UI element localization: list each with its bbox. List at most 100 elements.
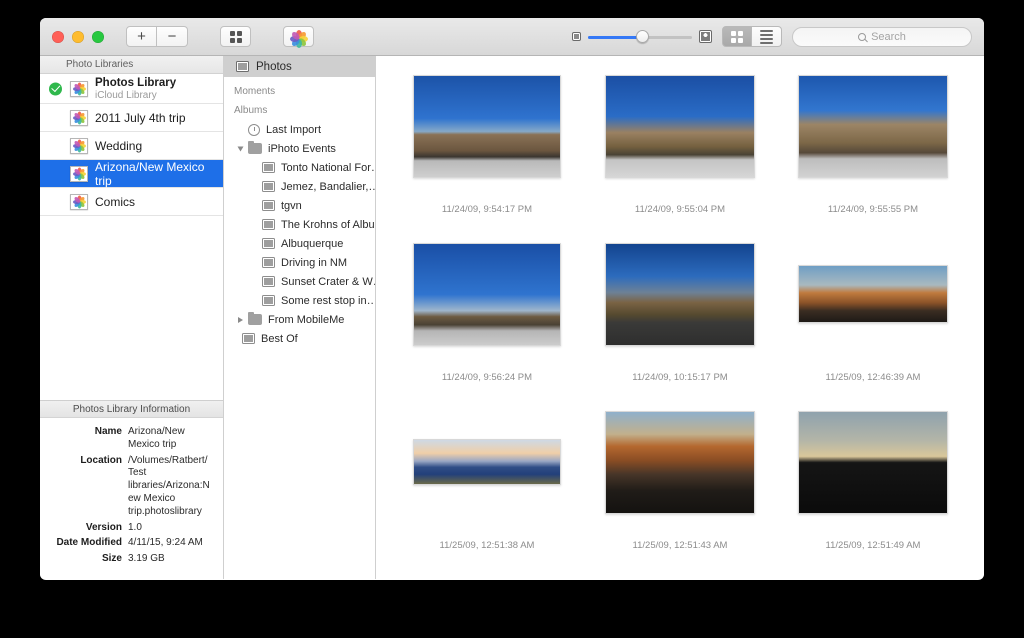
photo-cell[interactable]: 11/25/09, 12:51:49 AM bbox=[778, 406, 968, 551]
add-library-button[interactable]: + bbox=[126, 26, 157, 47]
open-in-photos-button[interactable] bbox=[283, 26, 314, 47]
sidebar-item-photos[interactable]: Photos bbox=[224, 56, 375, 77]
album-row[interactable]: From MobileMe bbox=[224, 310, 375, 329]
library-name: Arizona/New Mexico trip bbox=[95, 160, 223, 188]
library-row[interactable]: Wedding bbox=[40, 132, 223, 160]
grid-view-button[interactable] bbox=[722, 26, 752, 47]
library-row[interactable]: Arizona/New Mexico trip bbox=[40, 160, 223, 188]
album-row[interactable]: Tonto National For… bbox=[224, 158, 375, 177]
photo-thumbnail[interactable] bbox=[413, 75, 561, 178]
album-label: iPhoto Events bbox=[268, 143, 336, 155]
photo-caption: 11/25/09, 12:51:43 AM bbox=[585, 540, 775, 551]
large-thumbnail-icon bbox=[699, 30, 712, 43]
photo-cell[interactable]: 11/25/09, 12:51:43 AM bbox=[585, 406, 775, 551]
photo-libraries-sidebar: Photo Libraries Photos LibraryiCloud Lib… bbox=[40, 56, 224, 579]
album-row[interactable]: iPhoto Events bbox=[224, 139, 375, 158]
close-button[interactable] bbox=[52, 31, 64, 43]
album-row[interactable]: Some rest stop in… bbox=[224, 291, 375, 310]
library-info-label: Size bbox=[44, 553, 128, 566]
photo-cell[interactable]: 11/25/09, 12:46:39 AM bbox=[778, 238, 968, 383]
library-row[interactable]: Photos LibraryiCloud Library bbox=[40, 74, 223, 104]
photos-label: Photos bbox=[256, 61, 292, 73]
album-label: Jemez, Bandalier,… bbox=[281, 181, 375, 193]
album-label: Last Import bbox=[266, 124, 321, 136]
photos-library-icon bbox=[70, 166, 88, 182]
photos-library-icon bbox=[70, 138, 88, 154]
album-row[interactable]: tgvn bbox=[224, 196, 375, 215]
albums-list: Last Import iPhoto Events Tonto National F… bbox=[224, 120, 375, 348]
library-info-value: 4/11/15, 9:24 AM bbox=[128, 537, 203, 550]
disclosure-triangle-open-icon[interactable] bbox=[238, 146, 244, 151]
library-information-panel: Photos Library Information NameArizona/N… bbox=[40, 400, 223, 579]
photo-cell[interactable]: 11/24/09, 10:15:17 PM bbox=[585, 238, 775, 383]
slider-fill bbox=[588, 36, 642, 39]
album-label: From MobileMe bbox=[268, 314, 344, 326]
list-view-button[interactable] bbox=[752, 26, 782, 47]
library-info-row: Date Modified4/11/15, 9:24 AM bbox=[44, 537, 213, 550]
library-info-row: Version1.0 bbox=[44, 522, 213, 535]
desktop-background: + − bbox=[0, 0, 1024, 638]
photo-caption: 11/24/09, 9:56:24 PM bbox=[392, 372, 582, 383]
open-photos-group bbox=[283, 26, 314, 47]
slider-knob[interactable] bbox=[636, 30, 649, 43]
folder-icon bbox=[248, 314, 262, 325]
album-row[interactable]: Best Of bbox=[224, 329, 375, 348]
photo-caption: 11/25/09, 12:51:49 AM bbox=[778, 540, 968, 551]
photo-cell[interactable]: 11/24/09, 9:54:17 PM bbox=[392, 70, 582, 215]
photo-thumbnail[interactable] bbox=[605, 411, 755, 514]
remove-library-button[interactable]: − bbox=[157, 26, 188, 47]
album-icon bbox=[262, 162, 275, 173]
photo-cell[interactable]: 11/25/09, 12:51:38 AM bbox=[392, 406, 582, 551]
album-row[interactable]: Jemez, Bandalier,… bbox=[224, 177, 375, 196]
moments-section-label: Moments bbox=[224, 77, 375, 101]
album-row[interactable]: Albuquerque bbox=[224, 234, 375, 253]
photo-cell[interactable]: 11/24/09, 9:55:04 PM bbox=[585, 70, 775, 215]
album-icon bbox=[262, 219, 275, 230]
photo-libraries-list: Photos LibraryiCloud Library2011 July 4t… bbox=[40, 74, 223, 400]
minimize-button[interactable] bbox=[72, 31, 84, 43]
window-titlebar: + − bbox=[40, 18, 984, 56]
library-info-row: NameArizona/New Mexico trip bbox=[44, 426, 213, 452]
photo-thumbnail-wrapper bbox=[585, 406, 775, 518]
plus-icon: + bbox=[137, 29, 146, 44]
photo-thumbnail[interactable] bbox=[798, 265, 948, 323]
album-icon bbox=[242, 333, 255, 344]
album-icon bbox=[262, 200, 275, 211]
library-row[interactable]: Comics bbox=[40, 188, 223, 216]
grid-view-icon bbox=[731, 31, 743, 43]
photo-thumbnail[interactable] bbox=[605, 243, 755, 346]
window-controls bbox=[52, 31, 104, 43]
photos-app-icon bbox=[291, 29, 306, 44]
album-row[interactable]: Last Import bbox=[224, 120, 375, 139]
photo-thumbnail[interactable] bbox=[798, 75, 948, 178]
photo-caption: 11/25/09, 12:46:39 AM bbox=[778, 372, 968, 383]
album-row[interactable]: Sunset Crater & W… bbox=[224, 272, 375, 291]
photos-library-icon bbox=[70, 194, 88, 210]
album-row[interactable]: Driving in NM bbox=[224, 253, 375, 272]
add-remove-button-group: + − bbox=[126, 26, 188, 47]
thumbnail-size-slider[interactable] bbox=[588, 30, 692, 44]
photo-thumbnail-wrapper bbox=[392, 238, 582, 350]
photo-grid-row: 11/24/09, 9:56:24 PM11/24/09, 10:15:17 P… bbox=[392, 238, 968, 383]
library-row[interactable]: 2011 July 4th trip bbox=[40, 104, 223, 132]
photo-cell[interactable]: 11/24/09, 9:56:24 PM bbox=[392, 238, 582, 383]
disclosure-triangle-icon[interactable] bbox=[238, 317, 243, 323]
photo-cell[interactable]: 11/24/09, 9:55:55 PM bbox=[778, 70, 968, 215]
library-name: Wedding bbox=[95, 139, 142, 153]
show-in-grid-button[interactable] bbox=[220, 26, 251, 47]
search-field[interactable]: Search bbox=[792, 27, 972, 47]
photo-thumbnail[interactable] bbox=[798, 411, 948, 514]
zoom-button[interactable] bbox=[92, 31, 104, 43]
photo-thumbnail[interactable] bbox=[413, 243, 561, 346]
album-label: Some rest stop in… bbox=[281, 295, 375, 307]
photos-library-manager-window: + − bbox=[40, 18, 984, 580]
album-label: Tonto National For… bbox=[281, 162, 375, 174]
album-row[interactable]: The Krohns of Albu… bbox=[224, 215, 375, 234]
grid-toolbar-group bbox=[220, 26, 251, 47]
photo-caption: 11/24/09, 10:15:17 PM bbox=[585, 372, 775, 383]
photo-thumbnail[interactable] bbox=[413, 439, 561, 485]
library-info-label: Location bbox=[44, 455, 128, 519]
photo-thumbnail[interactable] bbox=[605, 75, 755, 178]
library-name: Photos Library bbox=[95, 77, 176, 89]
library-info-row: Location/Volumes/Ratbert/Test libraries/… bbox=[44, 455, 213, 519]
